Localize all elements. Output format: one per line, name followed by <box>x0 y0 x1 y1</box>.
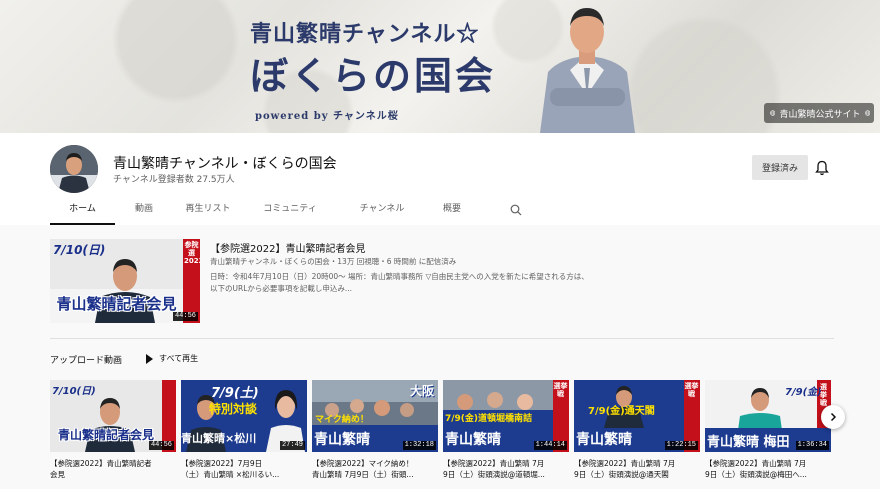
thumb-mid-text: 7/9(金)道頓堀橋南詰 <box>445 414 533 424</box>
thumb-bottom-text: 青山繁晴 <box>576 432 632 448</box>
official-site-link-label: 青山繁晴公式サイト <box>779 109 861 120</box>
video-card[interactable]: 7/10(日) 青山繁晴記者会見 44:56 【参院選2022】青山繁晴記者 会… <box>50 380 176 482</box>
video-duration: 1:36:34 <box>795 441 829 450</box>
video-title[interactable]: 【参院選2022】マイク納め！ 青山繁晴 7月9日（土）街頭... <box>312 458 438 482</box>
chevron-right-icon <box>830 412 837 422</box>
video-title[interactable]: 【参院選2022】青山繁晴 7月 9日（土）街頭演説@通天閣 <box>574 458 700 482</box>
tab-home[interactable]: ホーム <box>50 201 115 225</box>
search-icon[interactable] <box>510 204 522 216</box>
thumb-top-text: 選挙戦 <box>553 382 568 398</box>
subscribe-button[interactable]: 登録済み <box>752 155 808 180</box>
featured-thumb-side: 参院選2022 <box>184 241 200 265</box>
featured-desc-line: 以下のURLから必要事項を記載し申込み... <box>210 284 353 293</box>
video-title[interactable]: 【参院選2022】青山繁晴 7月 9日（土）街頭演説@梅田へ... <box>705 458 831 482</box>
featured-thumb-banner: 青山繁晴記者会見 <box>56 295 177 313</box>
video-card[interactable]: 選挙戦 7/9(金)道頓堀橋南詰 青山繁晴 1:44:14 【参院選2022】青… <box>443 380 569 482</box>
video-title[interactable]: 【参院選2022】青山繁晴記者 会見 <box>50 458 176 482</box>
video-card[interactable]: 選挙戦 7/9(金)通天閣 青山繁晴 1:22:15 【参院選2022】青山繁晴… <box>574 380 700 482</box>
video-thumbnail[interactable]: 7/9(金) 選挙戦 青山繁晴 梅田 1:36:34 <box>705 380 831 452</box>
video-title-line: 9日（土）街頭演説@通天閣 <box>574 470 669 479</box>
channel-header: 青山繁晴チャンネル・ぼくらの国会 チャンネル登録者数 27.5万人 登録済み ホ… <box>0 133 880 225</box>
thumb-bottom-text: 青山繁晴 <box>445 432 501 448</box>
play-all-button[interactable]: すべて再生 <box>146 353 198 364</box>
channel-avatar[interactable] <box>50 145 98 193</box>
video-duration: 1:22:15 <box>664 441 698 450</box>
video-title-line: 【参院選2022】マイク納め！ <box>312 459 414 468</box>
featured-thumb-date: 7/10(日) <box>53 243 106 257</box>
video-card[interactable]: 7/9(土) 特別対談 青山繁晴×松川 27:49 【参院選2022】7月9日 … <box>181 380 307 482</box>
bell-icon[interactable] <box>815 160 829 176</box>
banner-title: 青山繁晴チャンネル☆ <box>250 21 480 47</box>
globe-icon <box>864 110 870 116</box>
thumb-top-text: 7/10(日) <box>52 386 96 397</box>
banner-subtitle: ぼくらの国会 <box>250 53 497 98</box>
video-title-line: 【参院選2022】青山繁晴 7月 <box>443 459 545 468</box>
tab-videos[interactable]: 動画 <box>115 201 173 225</box>
video-duration: 27:49 <box>279 441 305 450</box>
tab-playlists[interactable]: 再生リスト <box>173 201 243 225</box>
video-thumbnail[interactable]: 7/10(日) 青山繁晴記者会見 44:56 <box>50 380 176 452</box>
video-title-line: 【参院選2022】青山繁晴記者 <box>50 459 152 468</box>
video-card[interactable]: 7/9(金) 選挙戦 青山繁晴 梅田 1:36:34 【参院選2022】青山繁晴… <box>705 380 831 482</box>
video-title-line: （土）青山繁晴 ×松川るい... <box>181 470 280 479</box>
video-title-line: 【参院選2022】青山繁晴 7月 <box>574 459 676 468</box>
thumb-mid-text: 7/9(金)通天閣 <box>588 406 655 417</box>
video-title-line: 青山繁晴 7月9日（土）街頭... <box>312 470 414 479</box>
tab-about[interactable]: 概要 <box>427 201 477 225</box>
video-card[interactable]: 大阪 マイク納め！ 青山繁晴 1:32:18 【参院選2022】マイク納め！ 青… <box>312 380 438 482</box>
video-title-line: 9日（土）街頭演説@梅田へ... <box>705 470 807 479</box>
video-title-line: 9日（土）街頭演説@道頓堀... <box>443 470 545 479</box>
featured-video-meta: 青山繁晴チャンネル・ぼくらの国会・13万 回視聴・6 時間前 に配信済み <box>210 257 457 266</box>
official-site-link[interactable]: 青山繁晴公式サイト <box>764 103 874 123</box>
thumb-top-text: 選挙戦 <box>684 382 699 398</box>
globe-icon <box>770 110 776 116</box>
thumb-bottom-text: 青山繁晴×松川 <box>181 432 257 445</box>
video-title-line: 【参院選2022】7月9日 <box>181 459 263 468</box>
uploads-section-title[interactable]: アップロード動画 <box>50 353 122 366</box>
video-duration: 44:56 <box>148 441 174 450</box>
featured-video-description: 日時：令和4年7月10日（日）20時00～ 場所：青山繁晴事務所 ▽自由民主党へ… <box>210 271 590 295</box>
featured-video-title[interactable]: 【参院選2022】青山繁晴記者会見 <box>210 240 365 255</box>
featured-desc-line: 日時：令和4年7月10日（日）20時00～ 場所：青山繁晴事務所 ▽自由民主党へ… <box>210 272 589 281</box>
thumb-mid-text: 選挙戦 <box>820 383 827 407</box>
play-icon <box>146 353 153 364</box>
video-thumbnail[interactable]: 選挙戦 7/9(金)通天閣 青山繁晴 1:22:15 <box>574 380 700 452</box>
featured-duration: 44:56 <box>172 312 198 321</box>
thumb-mid-text: マイク納め！ <box>315 415 369 425</box>
video-thumbnail[interactable]: 7/9(土) 特別対談 青山繁晴×松川 27:49 <box>181 380 307 452</box>
tab-channels[interactable]: チャンネル <box>337 201 427 225</box>
featured-video-thumbnail[interactable]: 7/10(日) 参院選2022 青山繁晴記者会見 44:56 <box>50 239 200 323</box>
next-videos-button[interactable] <box>821 405 845 429</box>
channel-name: 青山繁晴チャンネル・ぼくらの国会 <box>113 156 337 172</box>
section-divider <box>50 338 834 339</box>
banner-person-image <box>540 8 635 133</box>
tab-community[interactable]: コミュニティ <box>243 201 337 225</box>
video-duration: 1:44:14 <box>533 441 567 450</box>
video-thumbnail[interactable]: 選挙戦 7/9(金)道頓堀橋南詰 青山繁晴 1:44:14 <box>443 380 569 452</box>
channel-banner: 青山繁晴チャンネル☆ ぼくらの国会 powered by チャンネル桜 青山繁晴… <box>0 0 880 133</box>
thumb-bottom-text: 青山繁晴記者会見 <box>57 428 154 442</box>
thumb-bottom-text: 青山繁晴 <box>314 432 370 448</box>
video-title[interactable]: 【参院選2022】青山繁晴 7月 9日（土）街頭演説@道頓堀... <box>443 458 569 482</box>
video-title-line: 【参院選2022】青山繁晴 7月 <box>705 459 807 468</box>
thumb-top-text: 大阪 <box>409 384 434 398</box>
video-duration: 1:32:18 <box>402 441 436 450</box>
video-title[interactable]: 【参院選2022】7月9日 （土）青山繁晴 ×松川るい... <box>181 458 307 482</box>
thumb-bottom-text: 青山繁晴 梅田 <box>707 435 790 450</box>
thumb-mid-text: 特別対談 <box>209 402 258 416</box>
video-title-line: 会見 <box>50 470 65 479</box>
banner-powered-by: powered by チャンネル桜 <box>255 111 399 122</box>
video-thumbnail[interactable]: 大阪 マイク納め！ 青山繁晴 1:32:18 <box>312 380 438 452</box>
play-all-label: すべて再生 <box>159 354 199 363</box>
subscriber-count: チャンネル登録者数 27.5万人 <box>113 175 235 185</box>
thumb-top-text: 7/9(土) <box>211 386 259 401</box>
channel-tabs: ホーム 動画 再生リスト コミュニティ チャンネル 概要 <box>50 201 522 225</box>
